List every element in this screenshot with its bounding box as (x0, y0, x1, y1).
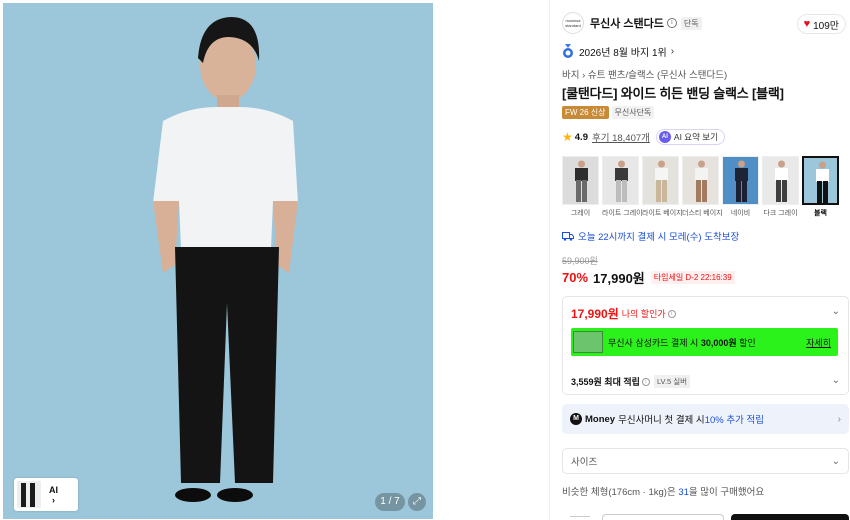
brand-logo[interactable]: musinsa standard (562, 12, 584, 34)
card-detail-link[interactable]: 자세히 (806, 336, 831, 349)
model-photo (153, 17, 298, 502)
color-option[interactable]: 라이트 베이지 (642, 156, 683, 218)
cart-button[interactable] (602, 514, 724, 520)
chevron-right-icon: › (837, 413, 841, 425)
rating-row: ★ 4.9 후기 18,407개 AI AI 요약 보기 (562, 129, 846, 145)
my-price-box: 17,990원 나의 할인가 i ⌄ 무신사 삼성카드 결제 시 30,000원… (562, 296, 849, 395)
product-detail-panel: musinsa standard 무신사 스탠다드 i 단독 ♥ 109만 20… (549, 0, 850, 520)
ai-summary-label: AI 요약 보기 (673, 132, 718, 142)
wishlist-button[interactable] (570, 516, 590, 520)
product-title: [쿨탠다드] 와이드 히든 밴딩 슬랙스 [블랙] (562, 86, 784, 101)
product-tags: FW 26 신상 무신사단독 (562, 106, 846, 119)
expand-icon[interactable]: ⤢ (408, 493, 426, 511)
my-price-amount: 17,990원 (571, 307, 619, 321)
purchase-bar (562, 512, 849, 520)
card-image (573, 331, 603, 353)
delivery-info: 오늘 22시까지 결제 시 모레(수) 도착보장 (562, 229, 846, 243)
ai-summary-button[interactable]: AI AI 요약 보기 (655, 129, 725, 145)
breadcrumb[interactable]: 바지 › 슈트 팬츠/슬랙스 (무신사 스탠다드) (562, 67, 846, 81)
ranking-link[interactable]: 2026년 8월 바지 1위 › (562, 43, 846, 59)
like-button[interactable]: ♥ 109만 (796, 14, 846, 34)
color-label: 블랙 (814, 210, 827, 217)
exclusive-badge: 단독 (680, 16, 702, 30)
my-price-label: 나의 할인가 (621, 309, 666, 319)
similar-body-text: 비슷한 체형(176cm · 1kg)은 31을 많이 구매했어요 (562, 487, 765, 498)
color-option[interactable]: 네이비 (722, 156, 759, 218)
size-select-placeholder: 사이즈 (571, 457, 598, 468)
ranking-text: 2026년 8월 바지 1위 (579, 47, 667, 59)
brand-name[interactable]: 무신사 스탠다드 (590, 15, 664, 31)
image-pager: 1 / 7 (375, 493, 405, 511)
color-label: 그레이 (570, 210, 591, 217)
color-label: 라이트 그레이 (602, 210, 643, 217)
thumbnail-image (17, 481, 41, 508)
color-thumbnail (762, 156, 799, 205)
color-label: 네이비 (730, 210, 751, 217)
color-option[interactable]: 다크 그레이 (762, 156, 799, 218)
chevron-down-icon[interactable]: ⌄ (832, 375, 840, 386)
exclusive-tag: 무신사단독 (611, 106, 655, 119)
brand-row: musinsa standard 무신사 스탠다드 i 단독 ♥ 109만 (562, 12, 846, 34)
medal-icon (563, 44, 573, 58)
money-brand: Money (585, 413, 616, 425)
member-level-badge: LV.5 실버 (653, 375, 691, 388)
chevron-right-icon: › (670, 45, 675, 57)
review-count-link[interactable]: 후기 18,407개 (592, 130, 650, 144)
info-icon[interactable]: i (667, 309, 676, 318)
money-highlight: 10% 추가 적립 (704, 415, 764, 426)
color-thumbnail (602, 156, 639, 205)
discount-rate: 70% (562, 270, 589, 285)
star-icon: ★ (562, 130, 573, 144)
money-text: 무신사머니 첫 결제 시 (618, 415, 705, 426)
musinsa-money-banner[interactable]: M Money 무신사머니 첫 결제 시 10% 추가 적립 › (562, 404, 849, 434)
ai-icon: AI (658, 131, 671, 143)
chevron-right-icon: › (52, 494, 55, 505)
color-thumbnail (802, 156, 839, 205)
heart-icon: ♥ (803, 18, 811, 30)
color-thumbnail (642, 156, 679, 205)
ai-thumbnail-button[interactable]: AI › (14, 478, 78, 511)
sale-price: 17,990원 (593, 271, 645, 286)
price-row: 70% 17,990원 타임세일 D-2 22:16:39 (562, 268, 846, 287)
color-thumbnail (722, 156, 759, 205)
color-option[interactable]: 블랙 (802, 156, 839, 218)
truck-icon (562, 232, 574, 241)
color-option[interactable]: 라이트 그레이 (602, 156, 643, 218)
color-option[interactable]: 그레이 (562, 156, 599, 218)
info-icon[interactable]: i (666, 18, 677, 28)
ai-label: AI (49, 484, 58, 495)
points-amount: 3,559원 최대 적립 (571, 377, 640, 387)
info-icon[interactable]: i (641, 377, 650, 386)
like-count: 109만 (813, 20, 839, 32)
points-row[interactable]: 3,559원 최대 적립 i LV.5 실버 (571, 375, 691, 388)
money-logo-icon: M (570, 413, 582, 425)
card-discount-banner[interactable]: 무신사 삼성카드 결제 시 30,000원 할인 자세히 (571, 328, 838, 356)
buy-button[interactable] (731, 514, 849, 520)
my-price-header[interactable]: 17,990원 나의 할인가 i (571, 305, 676, 322)
color-label: 다크 그레이 (763, 210, 798, 217)
delivery-text: 오늘 22시까지 결제 시 모레(수) 도착보장 (578, 232, 740, 243)
color-option[interactable]: 더스티 베이지 (682, 156, 723, 218)
color-thumbnail (562, 156, 599, 205)
card-discount-text: 무신사 삼성카드 결제 시 30,000원 할인 (608, 337, 756, 348)
chevron-down-icon[interactable]: ⌄ (832, 306, 840, 317)
chevron-down-icon: ⌄ (831, 456, 840, 467)
rating-score: 4.9 (574, 131, 588, 143)
color-options: 그레이 라이트 그레이 라이트 베이지 더스티 베이지 네이비 다크 그레이 블랙 (562, 156, 846, 218)
color-label: 더스티 베이지 (682, 210, 723, 217)
timesale-badge: 타임세일 D-2 22:16:39 (650, 271, 735, 284)
new-season-tag: FW 26 신상 (562, 106, 609, 119)
color-thumbnail (682, 156, 719, 205)
original-price: 59,900원 (562, 256, 598, 266)
product-main-image[interactable]: AI › 1 / 7 ⤢ (3, 3, 433, 519)
size-select[interactable]: 사이즈 ⌄ (562, 448, 849, 474)
color-label: 라이트 베이지 (642, 210, 683, 217)
